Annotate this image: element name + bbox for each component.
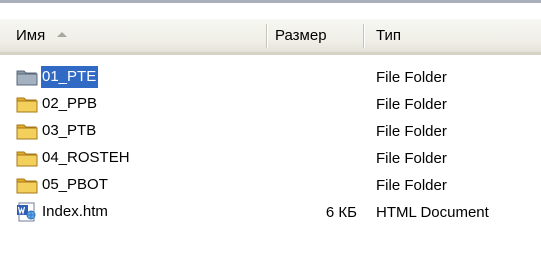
file-row[interactable]: 01_PTE File Folder bbox=[0, 63, 541, 90]
file-size bbox=[267, 65, 357, 89]
file-list-view: Имя Размер Тип 01_PTE File Folder 02_PPB… bbox=[0, 0, 541, 264]
file-name-cell[interactable]: 02_PPB bbox=[16, 92, 99, 116]
file-name-cell[interactable]: Index.htm bbox=[16, 200, 110, 224]
file-type: File Folder bbox=[376, 176, 447, 194]
file-name-cell[interactable]: 03_PTB bbox=[16, 119, 98, 143]
word-html-document-icon bbox=[16, 202, 38, 222]
file-list: 01_PTE File Folder 02_PPB File Folder 03… bbox=[0, 63, 541, 225]
file-name: 01_PTE bbox=[39, 65, 100, 89]
folder-icon bbox=[16, 121, 38, 141]
column-header-bar: Имя Размер Тип bbox=[0, 19, 541, 55]
file-type: File Folder bbox=[376, 122, 447, 140]
column-header-size-label: Размер bbox=[275, 27, 327, 44]
file-size: 6 КБ bbox=[325, 203, 357, 221]
file-name-cell[interactable]: 01_PTE bbox=[16, 65, 100, 89]
file-name: 03_PTB bbox=[42, 122, 97, 139]
file-row[interactable]: 04_ROSTEH File Folder bbox=[0, 144, 541, 171]
folder-icon bbox=[16, 94, 38, 114]
file-row[interactable]: 05_PBOT File Folder bbox=[0, 171, 541, 198]
file-name: Index.htm bbox=[42, 203, 108, 220]
column-header-type[interactable]: Тип bbox=[364, 19, 541, 52]
file-name: 05_PBOT bbox=[42, 176, 108, 193]
file-row[interactable]: Index.htm 6 КБ HTML Document bbox=[0, 198, 541, 225]
file-size bbox=[267, 173, 357, 197]
file-size bbox=[267, 146, 357, 170]
file-row[interactable]: 03_PTB File Folder bbox=[0, 117, 541, 144]
folder-icon bbox=[16, 148, 38, 168]
sort-ascending-icon bbox=[57, 32, 68, 37]
column-header-size[interactable]: Размер bbox=[267, 19, 364, 52]
file-type: File Folder bbox=[376, 149, 447, 167]
column-header-name-label: Имя bbox=[16, 27, 46, 44]
file-name-cell[interactable]: 05_PBOT bbox=[16, 173, 110, 197]
file-size bbox=[267, 119, 357, 143]
file-name: 02_PPB bbox=[42, 95, 98, 112]
column-header-name[interactable]: Имя bbox=[0, 19, 267, 52]
file-name: 04_ROSTEH bbox=[42, 149, 130, 166]
folder-icon bbox=[16, 175, 38, 195]
file-type: File Folder bbox=[376, 68, 447, 86]
file-type: HTML Document bbox=[376, 203, 489, 221]
column-header-type-label: Тип bbox=[376, 27, 402, 44]
file-row[interactable]: 02_PPB File Folder bbox=[0, 90, 541, 117]
file-name-cell[interactable]: 04_ROSTEH bbox=[16, 146, 132, 170]
file-type: File Folder bbox=[376, 95, 447, 113]
folder-icon bbox=[16, 67, 38, 87]
file-size bbox=[267, 92, 357, 116]
